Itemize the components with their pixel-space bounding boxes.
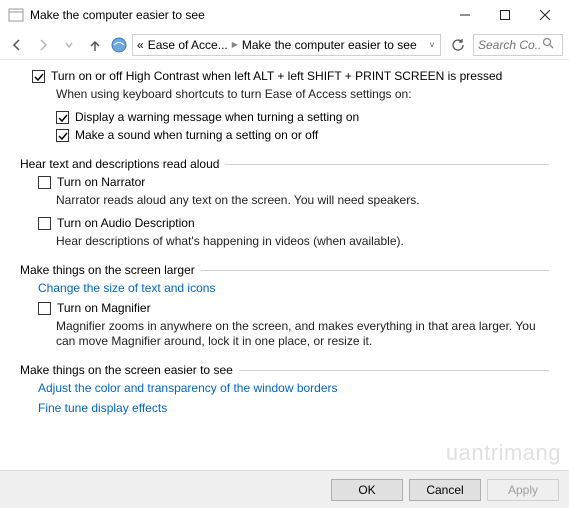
section-header: Make things on the screen larger (20, 263, 549, 277)
section-read-aloud: Hear text and descriptions read aloud Tu… (20, 157, 549, 249)
forward-button[interactable] (32, 34, 54, 56)
checkbox-label: Turn on Audio Description (57, 216, 195, 231)
link-fine-tune[interactable]: Fine tune display effects (38, 401, 549, 415)
breadcrumb-seg-2[interactable]: Make the computer easier to see (242, 38, 417, 52)
breadcrumb-dropdown[interactable]: v (428, 40, 436, 49)
search-input[interactable] (478, 38, 542, 52)
breadcrumb-overflow: « (137, 38, 144, 52)
checkbox-magnifier[interactable]: Turn on Magnifier (38, 301, 549, 316)
scroll-area[interactable]: Turn on or off High Contrast when left A… (0, 60, 569, 470)
divider (201, 270, 549, 271)
control-panel-icon (110, 36, 128, 54)
checkbox-icon (38, 302, 51, 315)
footer: OK Cancel Apply (0, 470, 569, 508)
back-button[interactable] (6, 34, 28, 56)
narrator-desc: Narrator reads aloud any text on the scr… (56, 193, 549, 208)
navbar: « Ease of Acce... ▶ Make the computer ea… (0, 30, 569, 60)
window-title: Make the computer easier to see (30, 8, 445, 22)
search-icon (542, 37, 554, 52)
checkbox-icon (56, 111, 69, 124)
section-header: Hear text and descriptions read aloud (20, 157, 549, 171)
ok-button[interactable]: OK (331, 479, 403, 501)
section-title: Make things on the screen easier to see (20, 363, 233, 377)
checkbox-icon (32, 70, 45, 83)
checkbox-audio-desc[interactable]: Turn on Audio Description (38, 216, 549, 231)
link-change-size[interactable]: Change the size of text and icons (38, 281, 549, 295)
checkbox-label: Make a sound when turning a setting on o… (75, 128, 318, 143)
titlebar: Make the computer easier to see (0, 0, 569, 30)
checkbox-label: Turn on Magnifier (57, 301, 151, 316)
checkbox-label: Turn on Narrator (57, 175, 145, 190)
cancel-button[interactable]: Cancel (409, 479, 481, 501)
high-contrast-help: When using keyboard shortcuts to turn Ea… (56, 87, 549, 102)
checkbox-label: Display a warning message when turning a… (75, 110, 359, 125)
close-button[interactable] (525, 1, 565, 29)
checkbox-label: Turn on or off High Contrast when left A… (51, 69, 502, 84)
up-button[interactable] (84, 34, 106, 56)
section-header: Make things on the screen easier to see (20, 363, 549, 377)
search-box[interactable] (473, 34, 563, 56)
window-controls (445, 1, 565, 29)
chevron-right-icon: ▶ (232, 40, 238, 49)
section-title: Hear text and descriptions read aloud (20, 157, 219, 171)
section-easier: Make things on the screen easier to see … (20, 363, 549, 415)
checkbox-icon (38, 176, 51, 189)
audio-desc-desc: Hear descriptions of what's happening in… (56, 234, 549, 249)
checkbox-high-contrast[interactable]: Turn on or off High Contrast when left A… (32, 69, 549, 84)
refresh-button[interactable] (447, 34, 469, 56)
divider (239, 370, 549, 371)
link-adjust-color[interactable]: Adjust the color and transparency of the… (38, 381, 549, 395)
checkbox-icon (56, 129, 69, 142)
apply-button[interactable]: Apply (487, 479, 559, 501)
minimize-button[interactable] (445, 1, 485, 29)
checkbox-icon (38, 217, 51, 230)
content-area: Turn on or off High Contrast when left A… (0, 60, 569, 470)
breadcrumb-seg-1[interactable]: Ease of Acce... (148, 38, 228, 52)
divider (225, 164, 549, 165)
section-larger: Make things on the screen larger Change … (20, 263, 549, 349)
checkbox-warning[interactable]: Display a warning message when turning a… (56, 110, 549, 125)
checkbox-sound[interactable]: Make a sound when turning a setting on o… (56, 128, 549, 143)
section-title: Make things on the screen larger (20, 263, 195, 277)
maximize-button[interactable] (485, 1, 525, 29)
magnifier-desc: Magnifier zooms in anywhere on the scree… (56, 319, 549, 349)
breadcrumb[interactable]: « Ease of Acce... ▶ Make the computer ea… (132, 34, 441, 56)
checkbox-narrator[interactable]: Turn on Narrator (38, 175, 549, 190)
window-icon (8, 7, 24, 23)
recent-dropdown[interactable] (58, 34, 80, 56)
